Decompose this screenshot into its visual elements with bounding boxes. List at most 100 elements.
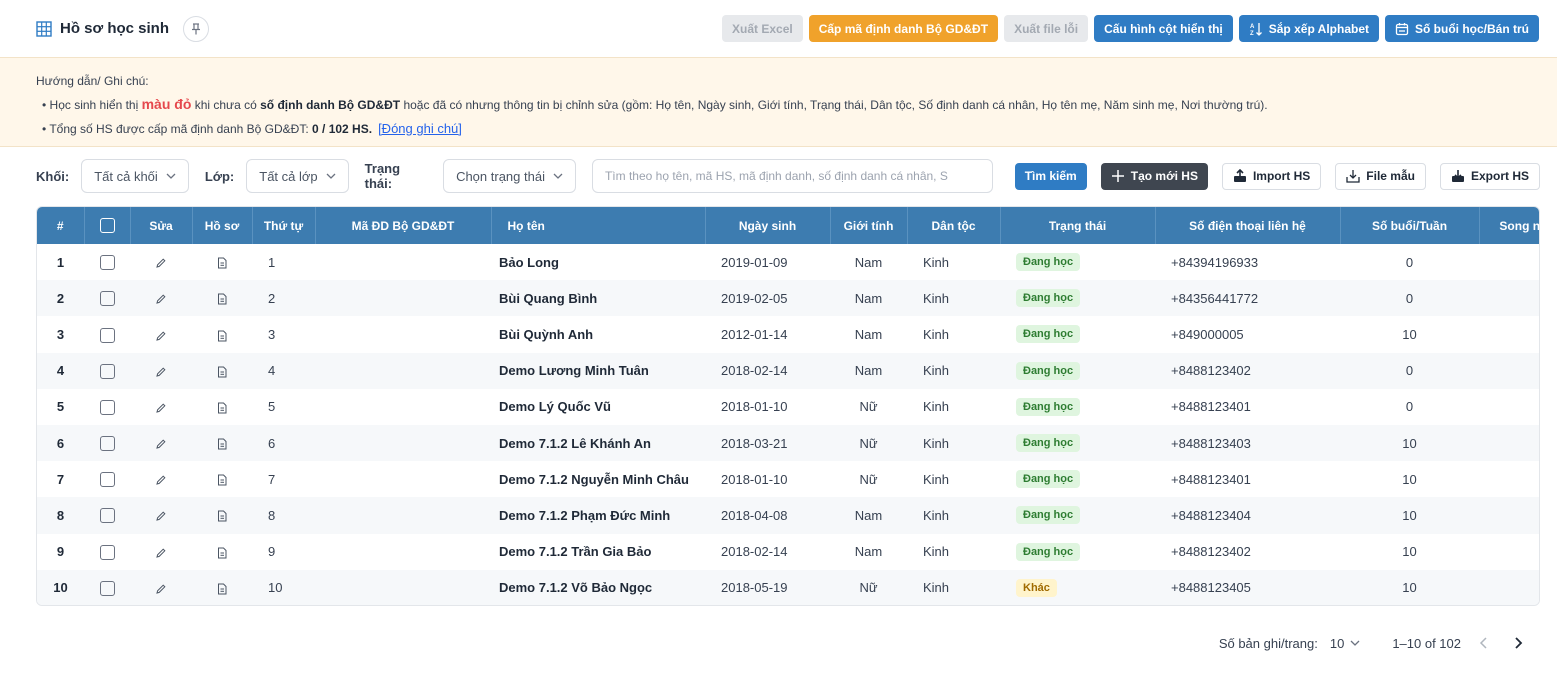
search-button[interactable]: Tìm kiếm bbox=[1014, 162, 1087, 190]
close-notes-link[interactable]: [Đóng ghi chú] bbox=[378, 121, 462, 136]
search-input[interactable] bbox=[591, 159, 993, 193]
row-sessions: 0 bbox=[1405, 254, 1414, 270]
next-page-button[interactable] bbox=[1507, 632, 1529, 654]
row-select bbox=[84, 316, 130, 352]
class-select-value: Tất cả lớp bbox=[259, 168, 318, 184]
document-icon bbox=[218, 583, 227, 595]
template-file-button[interactable]: File mẫu bbox=[1335, 162, 1426, 190]
col-sessions[interactable]: Số buổi/Tuần bbox=[1340, 207, 1480, 244]
grade-select[interactable]: Tất cả khối bbox=[81, 159, 189, 193]
status-label: Trạng thái: bbox=[364, 161, 401, 191]
row-profile[interactable] bbox=[192, 244, 252, 280]
prev-page-button[interactable] bbox=[1473, 632, 1495, 654]
row-dob: 2018-01-10 bbox=[721, 399, 788, 415]
row-edit[interactable] bbox=[130, 280, 192, 317]
table-row[interactable]: 4 4 Demo Lương Minh Tuân 2018-02-14 Nam Kinh Đ… bbox=[37, 352, 1539, 389]
row-edit[interactable] bbox=[130, 569, 192, 605]
row-sessions: 10 bbox=[1402, 471, 1417, 487]
row-profile[interactable] bbox=[192, 389, 252, 425]
table-row[interactable]: 1 1 Bảo Long 2019-01-09 Nam Kinh Đang học +8439… bbox=[37, 244, 1539, 280]
col-gender[interactable]: Giới tính bbox=[830, 207, 908, 244]
issue-moet-id-button[interactable]: Cấp mã định danh Bộ GD&ĐT bbox=[808, 15, 999, 42]
status-select[interactable]: Chọn trạng thái bbox=[443, 159, 576, 193]
export-students-button[interactable]: Export HS bbox=[1439, 162, 1540, 190]
row-select bbox=[84, 497, 130, 534]
row-phone: +84356441772 bbox=[1155, 280, 1340, 317]
row-checkbox[interactable] bbox=[99, 327, 115, 343]
table-row[interactable]: 2 2 Bùi Quang Bình 2019-02-05 Nam Kinh Đang họ… bbox=[37, 280, 1539, 317]
col-bilingual[interactable]: Song ngữ bbox=[1479, 207, 1539, 244]
page-size-select[interactable]: 10 bbox=[1330, 636, 1360, 651]
row-checkbox[interactable] bbox=[99, 255, 115, 271]
row-edit[interactable] bbox=[130, 534, 192, 570]
row-checkbox[interactable] bbox=[99, 580, 115, 596]
table-row[interactable]: 5 5 Demo Lý Quốc Vũ 2018-01-10 Nữ Kinh Đang họ… bbox=[37, 389, 1539, 425]
col-dob[interactable]: Ngày sinh bbox=[705, 207, 831, 244]
table-row[interactable]: 9 9 Demo 7.1.2 Trần Gia Bảo 2018-02-14 Nam Ki… bbox=[37, 534, 1539, 570]
row-name: Demo 7.1.2 Nguyễn Minh Châu bbox=[499, 471, 689, 487]
document-icon bbox=[218, 330, 227, 342]
row-index: 2 bbox=[37, 280, 84, 317]
row-edit[interactable] bbox=[130, 424, 192, 462]
row-profile[interactable] bbox=[192, 569, 252, 605]
row-order: 5 bbox=[268, 399, 276, 415]
row-bilingual bbox=[1479, 316, 1539, 352]
table-row[interactable]: 10 10 Demo 7.1.2 Võ Bảo Ngọc 2018-05-19 Nữ Ki… bbox=[37, 569, 1539, 605]
row-edit[interactable] bbox=[130, 316, 192, 352]
page-title-group: Hồ sơ học sinh bbox=[36, 15, 210, 42]
row-sessions: 10 bbox=[1340, 424, 1479, 462]
export-error-file-button[interactable]: Xuất file lỗi bbox=[1004, 15, 1089, 42]
row-profile[interactable] bbox=[192, 534, 252, 570]
table-row[interactable]: 6 6 Demo 7.1.2 Lê Khánh An 2018-03-21 Nữ Kinh… bbox=[37, 424, 1539, 462]
row-checkbox[interactable] bbox=[99, 472, 115, 488]
row-moet-id bbox=[315, 389, 491, 425]
sort-alphabet-button[interactable]: A Z Sắp xếp Alphabet bbox=[1238, 15, 1379, 42]
row-edit[interactable] bbox=[130, 461, 192, 497]
row-edit[interactable] bbox=[130, 352, 192, 389]
row-checkbox[interactable] bbox=[99, 544, 115, 560]
col-status[interactable]: Trạng thái bbox=[1000, 207, 1156, 244]
configure-columns-button[interactable]: Cấu hình cột hiển thị bbox=[1094, 15, 1233, 42]
table-row[interactable]: 3 3 Bùi Quỳnh Anh 2012-01-14 Nam Kinh Đang học… bbox=[37, 316, 1539, 352]
svg-text:A: A bbox=[1250, 24, 1255, 30]
row-profile[interactable] bbox=[192, 316, 252, 352]
col-phone[interactable]: Số điện thoại liên hệ bbox=[1155, 207, 1341, 244]
row-profile[interactable] bbox=[192, 352, 252, 389]
row-checkbox[interactable] bbox=[99, 508, 115, 524]
row-name: Bùi Quỳnh Anh bbox=[499, 326, 594, 342]
export-excel-button[interactable]: Xuất Excel bbox=[722, 15, 803, 42]
col-moet-id[interactable]: Mã ĐD Bộ GD&ĐT bbox=[315, 207, 492, 244]
col-name[interactable]: Họ tên bbox=[491, 207, 706, 244]
row-checkbox[interactable] bbox=[99, 399, 115, 415]
row-checkbox[interactable] bbox=[99, 363, 115, 379]
import-students-button[interactable]: Import HS bbox=[1221, 162, 1322, 190]
pencil-icon bbox=[156, 584, 166, 594]
pencil-icon bbox=[156, 475, 166, 485]
create-student-button[interactable]: Tạo mới HS bbox=[1100, 162, 1208, 190]
row-name: Demo 7.1.2 Võ Bảo Ngọc bbox=[491, 569, 705, 605]
pin-button[interactable] bbox=[183, 15, 210, 42]
row-profile[interactable] bbox=[192, 424, 252, 462]
table-row[interactable]: 7 7 Demo 7.1.2 Nguyễn Minh Châu 2018-01-10 N… bbox=[37, 461, 1539, 497]
class-select[interactable]: Tất cả lớp bbox=[246, 159, 349, 193]
row-bilingual bbox=[1479, 461, 1539, 497]
select-all-checkbox[interactable] bbox=[99, 218, 115, 234]
table-row[interactable]: 8 8 Demo 7.1.2 Phạm Đức Minh 2018-04-08 Nam K… bbox=[37, 497, 1539, 534]
row-profile[interactable] bbox=[192, 461, 252, 497]
row-checkbox[interactable] bbox=[99, 291, 115, 307]
document-icon bbox=[218, 402, 227, 414]
row-phone: +8488123401 bbox=[1171, 399, 1251, 415]
row-edit[interactable] bbox=[130, 497, 192, 534]
row-checkbox[interactable] bbox=[99, 436, 115, 452]
row-profile[interactable] bbox=[192, 280, 252, 317]
row-status-cell: Khác bbox=[1000, 569, 1155, 605]
row-gender: Nam bbox=[854, 326, 883, 342]
status-badge: Đang học bbox=[1016, 289, 1081, 308]
notes-line-1-suffix: hoặc đã có nhưng thông tin bị chỉnh sửa … bbox=[400, 98, 1268, 112]
col-order[interactable]: Thứ tự bbox=[252, 207, 316, 244]
row-edit[interactable] bbox=[130, 244, 192, 280]
col-ethnicity[interactable]: Dân tộc bbox=[907, 207, 1001, 244]
row-profile[interactable] bbox=[192, 497, 252, 534]
row-edit[interactable] bbox=[130, 389, 192, 425]
sessions-boarding-button[interactable]: Số buổi học/Bán trú bbox=[1385, 15, 1539, 42]
